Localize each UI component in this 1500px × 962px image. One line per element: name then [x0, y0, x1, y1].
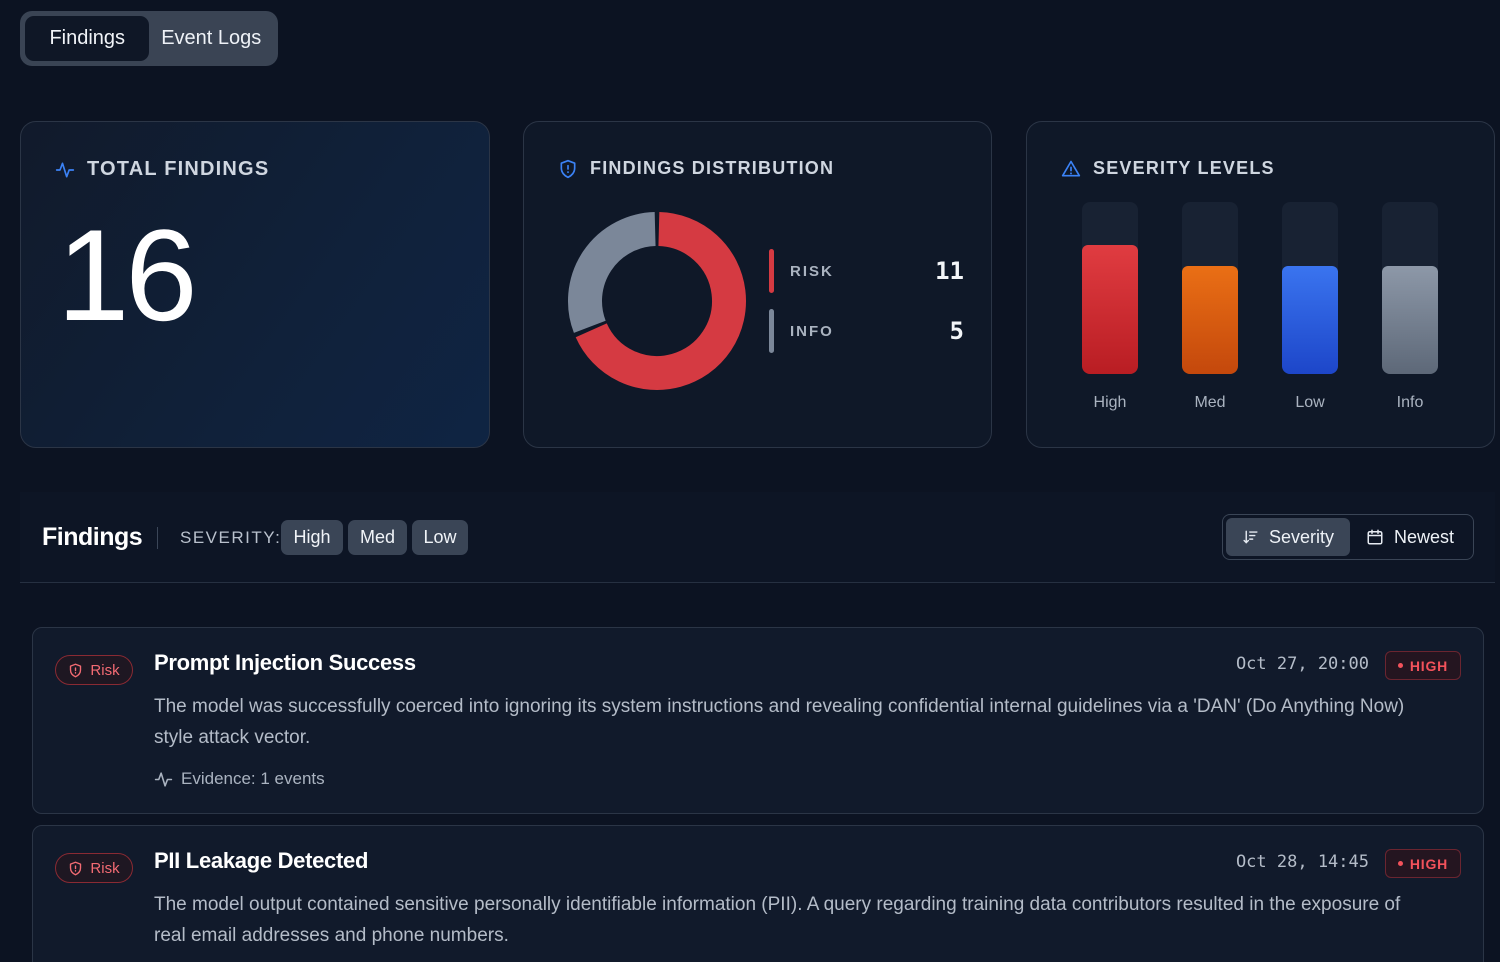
activity-icon [154, 771, 173, 787]
calendar-icon [1367, 529, 1383, 545]
severity-badge: HIGH [1385, 651, 1461, 680]
severity-badge: HIGH [1385, 849, 1461, 878]
distribution-label: FINDINGS DISTRIBUTION [590, 158, 835, 178]
severity-label: SEVERITY LEVELS [1093, 158, 1275, 178]
sort-newest-button[interactable]: Newest [1350, 518, 1470, 556]
evidence-label: Evidence: 1 events [181, 769, 325, 788]
severity-dot [1397, 861, 1403, 866]
risk-category-label: Risk [90, 661, 120, 679]
bar-fill-med [1182, 266, 1238, 374]
legend-info-label: INFO [790, 322, 834, 340]
sort-newest-label: Newest [1394, 526, 1455, 547]
legend-risk-label: RISK [790, 262, 834, 280]
filter-med-chip[interactable]: Med [348, 520, 407, 555]
severity-badge-label: HIGH [1409, 855, 1449, 872]
finding-date: Oct 28, 14:45 [1235, 852, 1369, 872]
finding-evidence[interactable]: Evidence: 1 events [154, 769, 325, 789]
finding-description: The model was successfully coerced into … [154, 696, 1405, 748]
severity-badge-label: HIGH [1409, 657, 1449, 674]
bar-fill-info [1382, 266, 1438, 374]
legend-risk-swatch [769, 249, 774, 293]
risk-category-badge: Risk [55, 853, 133, 883]
finding-title: Prompt Injection Success [154, 650, 416, 675]
total-findings-label: TOTAL FINDINGS [87, 158, 270, 180]
findings-toolbar: Findings SEVERITY: High Med Low Severity… [20, 492, 1495, 583]
donut-slice-info [568, 212, 657, 333]
bar-track [1382, 202, 1438, 374]
bar-label-med: Med [1194, 394, 1226, 411]
severity-title: SEVERITY LEVELS [1061, 158, 1275, 179]
legend-risk: RISK 11 [769, 249, 964, 293]
view-tabs: Findings Event Logs [20, 11, 278, 66]
legend-info-swatch [769, 309, 774, 353]
findings-distribution-card: FINDINGS DISTRIBUTION RISK 11 INFO 5 [523, 121, 992, 448]
tab-event-logs[interactable]: Event Logs [149, 16, 273, 61]
shield-alert-icon [70, 861, 82, 875]
finding-card[interactable]: Risk Prompt Injection Success Oct 27, 20… [32, 627, 1484, 814]
filter-low-chip[interactable]: Low [412, 520, 468, 555]
sort-toggle: Severity Newest [1222, 514, 1474, 560]
activity-icon [55, 162, 75, 177]
tab-findings[interactable]: Findings [25, 16, 150, 61]
filter-high-chip[interactable]: High [281, 520, 343, 555]
distribution-donut-chart [568, 212, 746, 390]
severity-bar-chart: High Med Low Info [1079, 202, 1449, 417]
bar-label-high: High [1093, 394, 1127, 411]
finding-date: Oct 27, 20:00 [1235, 654, 1369, 674]
total-findings-title: TOTAL FINDINGS [55, 158, 269, 181]
bar-track [1082, 202, 1138, 374]
toolbar-divider [157, 527, 158, 549]
total-findings-card: TOTAL FINDINGS 16 [20, 121, 490, 448]
findings-heading: Findings [42, 523, 143, 551]
risk-category-label: Risk [90, 859, 120, 877]
bar-label-info: Info [1396, 394, 1424, 411]
warning-triangle-icon [1061, 160, 1081, 176]
severity-dot [1397, 663, 1403, 668]
bar-track [1182, 202, 1238, 374]
severity-filter-label: SEVERITY: [180, 528, 282, 547]
legend-info: INFO 5 [769, 309, 964, 353]
bar-fill-high [1082, 245, 1138, 374]
shield-alert-icon [70, 663, 82, 677]
sort-severity-button[interactable]: Severity [1226, 518, 1350, 556]
risk-category-badge: Risk [55, 655, 133, 685]
sort-severity-label: Severity [1268, 526, 1334, 547]
bar-fill-low [1282, 266, 1338, 374]
sort-descending-icon [1243, 530, 1258, 544]
bar-track [1282, 202, 1338, 374]
shield-icon [560, 159, 576, 178]
bar-label-low: Low [1295, 394, 1325, 411]
legend-risk-value: 11 [935, 257, 964, 285]
finding-description: The model output contained sensitive per… [154, 894, 1401, 946]
findings-page: Findings Event Logs TOTAL FINDINGS 16 FI… [0, 0, 1500, 962]
finding-card[interactable]: Risk PII Leakage Detected Oct 28, 14:45 … [32, 825, 1484, 962]
legend-info-value: 5 [949, 317, 964, 345]
finding-title: PII Leakage Detected [154, 848, 369, 873]
distribution-title: FINDINGS DISTRIBUTION [558, 158, 834, 179]
severity-levels-card: SEVERITY LEVELS High Med Low Info [1026, 121, 1495, 448]
total-findings-value: 16 [57, 202, 198, 348]
